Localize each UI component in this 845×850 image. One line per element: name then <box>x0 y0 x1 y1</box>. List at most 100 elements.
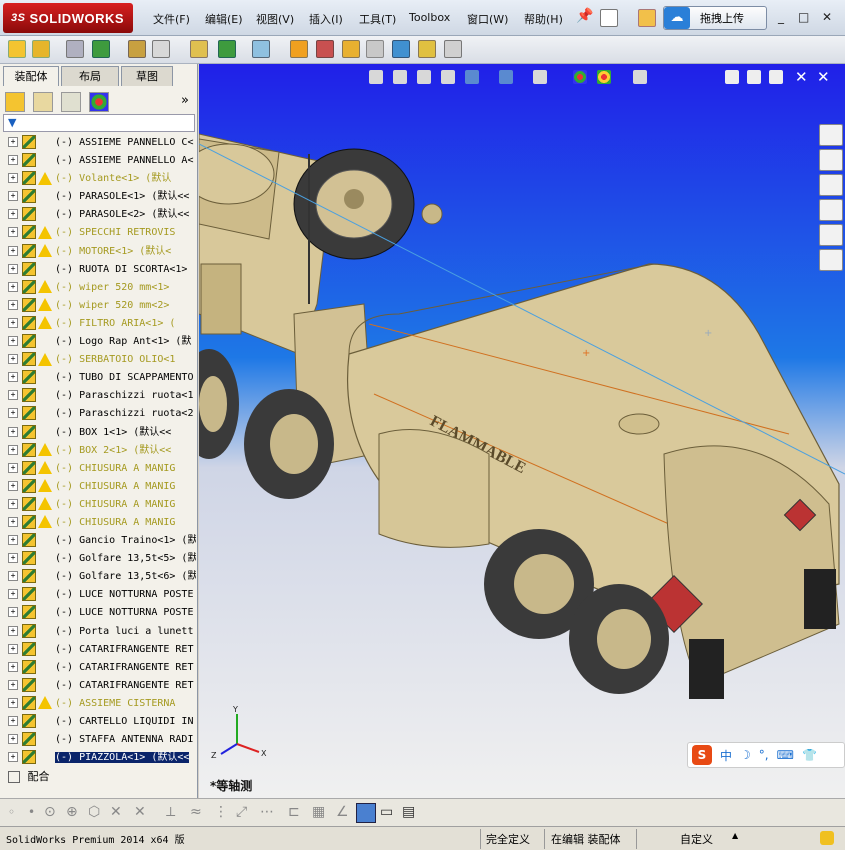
tree-item[interactable]: + (-) PIAZZOLA<1> (默认<< <box>0 749 196 767</box>
tree-item[interactable]: + (-) PARASOLE<2> (默认<< <box>0 206 196 224</box>
tree-item[interactable]: + (-) Porta luci a lunett <box>0 623 196 641</box>
expand-icon[interactable]: + <box>8 752 18 763</box>
expand-icon[interactable]: + <box>8 390 18 401</box>
minimize-button[interactable]: _ <box>778 10 784 24</box>
pin-icon[interactable]: 📌 <box>576 8 593 24</box>
tree-item[interactable]: + (-) CATARIFRANGENTE RET <box>0 641 196 659</box>
expand-icon[interactable]: + <box>8 661 18 672</box>
view-palette-icon[interactable] <box>819 199 843 221</box>
configurationmanager-icon[interactable] <box>61 92 81 112</box>
tree-item[interactable]: + (-) Golfare 13,5t<5> (默 <box>0 550 196 568</box>
menu-insert[interactable]: 插入(I) <box>309 11 343 27</box>
expand-icon[interactable]: + <box>8 697 18 708</box>
tree-item[interactable]: + (-) Golfare 13,5t<6> (默 <box>0 568 196 586</box>
expand-icon[interactable]: + <box>8 571 18 582</box>
upload-button[interactable]: ☁ 拖拽上传 <box>663 6 767 30</box>
tree-item[interactable]: + (-) LUCE NOTTURNA POSTE <box>0 604 196 622</box>
tree-item[interactable]: + (-) Gancio Traino<1> (默 <box>0 532 196 550</box>
ime-toolbar[interactable]: S 中 ☽ °, ⌨ 👕 <box>687 742 845 768</box>
tab-assembly[interactable]: 装配体 <box>3 66 59 86</box>
appearances-icon[interactable] <box>819 224 843 246</box>
expand-icon[interactable]: + <box>8 354 18 365</box>
expand-icon[interactable]: + <box>8 716 18 726</box>
expand-icon[interactable]: + <box>8 444 18 455</box>
insert-component-icon[interactable] <box>32 40 50 58</box>
expand-icon[interactable]: + <box>8 516 18 527</box>
offset-icon[interactable]: ≈ <box>190 804 202 820</box>
menu-edit[interactable]: 编辑(E) <box>205 11 243 27</box>
tree-item[interactable]: + (-) MOTORE<1> (默认< <box>0 243 196 261</box>
expand-icon[interactable]: + <box>8 643 18 654</box>
assembly-icon[interactable] <box>8 40 26 58</box>
relations-icon[interactable]: ⊏ <box>288 804 300 820</box>
tree-item[interactable]: + (-) BOX 1<1> (默认<< <box>0 424 196 442</box>
ime-skin-icon[interactable]: 👕 <box>802 748 817 762</box>
menu-tools[interactable]: 工具(T) <box>359 11 396 27</box>
clearance-verification-icon[interactable] <box>418 40 436 58</box>
menu-toolbox[interactable]: Toolbox <box>409 11 450 24</box>
assembly-features-icon[interactable] <box>218 40 236 58</box>
expand-icon[interactable]: + <box>8 426 18 437</box>
custom-properties-icon[interactable] <box>819 249 843 271</box>
front-view-icon[interactable]: ▭ <box>380 804 393 820</box>
expand-icon[interactable]: + <box>8 245 18 256</box>
maximize-button[interactable]: □ <box>798 10 809 24</box>
expand-icon[interactable]: + <box>8 553 18 564</box>
expand-icon[interactable]: + <box>8 679 18 690</box>
expand-icon[interactable]: + <box>8 263 18 274</box>
tree-item[interactable]: + (-) ASSIEME PANNELLO A< <box>0 152 196 170</box>
featuremanager-icon[interactable] <box>5 92 25 112</box>
reference-geometry-icon[interactable] <box>252 40 270 58</box>
filter-icon[interactable]: ▼ <box>8 116 16 129</box>
tree-item[interactable]: + (-) FILTRO ARIA<1> ( <box>0 315 196 333</box>
angle-icon[interactable]: ∠ <box>336 804 349 820</box>
expand-icon[interactable]: + <box>8 317 18 328</box>
expand-chevron-icon[interactable]: » <box>181 93 189 108</box>
isometric-view-icon[interactable] <box>356 803 376 823</box>
tree-item[interactable]: + (-) wiper 520 mm<1> <box>0 279 196 297</box>
units-dropdown-icon[interactable]: ▲ <box>732 831 738 840</box>
menu-view[interactable]: 视图(V) <box>256 11 294 27</box>
grid-icon[interactable]: ▦ <box>312 804 325 820</box>
file-explorer-icon[interactable] <box>819 174 843 196</box>
circle-center-icon[interactable]: ⊕ <box>66 804 78 820</box>
design-library-icon[interactable] <box>819 149 843 171</box>
expand-icon[interactable]: + <box>8 498 18 509</box>
expand-icon[interactable]: + <box>8 462 18 473</box>
new-motion-study-icon[interactable] <box>290 40 308 58</box>
expand-icon[interactable]: + <box>8 480 18 491</box>
expand-icon[interactable]: + <box>8 589 18 600</box>
expand-icon[interactable]: + <box>8 625 18 636</box>
tree-item[interactable]: + (-) SPECCHI RETROVIS <box>0 224 196 242</box>
expand-icon[interactable]: + <box>8 137 18 147</box>
tree-item[interactable]: + (-) CHIUSURA A MANIG <box>0 514 196 532</box>
pattern-icon[interactable]: ⋯ <box>260 804 274 820</box>
expand-icon[interactable]: + <box>8 408 18 419</box>
polygon-icon[interactable]: ⬡ <box>88 804 100 820</box>
split-view-icon[interactable]: ▤ <box>402 804 415 820</box>
expand-icon[interactable]: + <box>8 281 18 292</box>
expand-icon[interactable]: + <box>8 336 18 347</box>
tree-item[interactable]: + (-) CATARIFRANGENTE RET <box>0 677 196 695</box>
tree-item[interactable]: + (-) RUOTA DI SCORTA<1> <box>0 261 196 279</box>
expand-icon[interactable]: + <box>8 227 18 238</box>
move-entities-icon[interactable]: ⤢ <box>236 804 247 820</box>
tree-item[interactable]: + (-) Logo Rap Ant<1> (默 <box>0 333 196 351</box>
tool-icon-1[interactable]: ◦ <box>8 805 15 819</box>
menu-window[interactable]: 窗口(W) <box>467 11 508 27</box>
tree-item[interactable]: + (-) SERBATOIO OLIO<1 <box>0 351 196 369</box>
expand-icon[interactable]: + <box>8 173 18 184</box>
linear-pattern-icon[interactable] <box>92 40 110 58</box>
smart-fasteners-icon[interactable] <box>128 40 146 58</box>
tree-item[interactable]: + (-) CHIUSURA A MANIG <box>0 478 196 496</box>
open-folder-icon[interactable] <box>638 9 656 27</box>
menu-help[interactable]: 帮助(H) <box>524 11 563 27</box>
tree-item[interactable]: + (-) CATARIFRANGENTE RET <box>0 659 196 677</box>
tree-item[interactable]: + (-) PARASOLE<1> (默认<< <box>0 188 196 206</box>
mates-folder[interactable]: 配合 <box>8 768 50 784</box>
displaymanager-icon[interactable] <box>89 92 109 112</box>
ime-chinese[interactable]: 中 <box>720 747 732 764</box>
tree-item[interactable]: + (-) STAFFA ANTENNA RADI <box>0 731 196 749</box>
expand-icon[interactable]: + <box>8 607 18 618</box>
expand-icon[interactable]: + <box>8 191 18 202</box>
